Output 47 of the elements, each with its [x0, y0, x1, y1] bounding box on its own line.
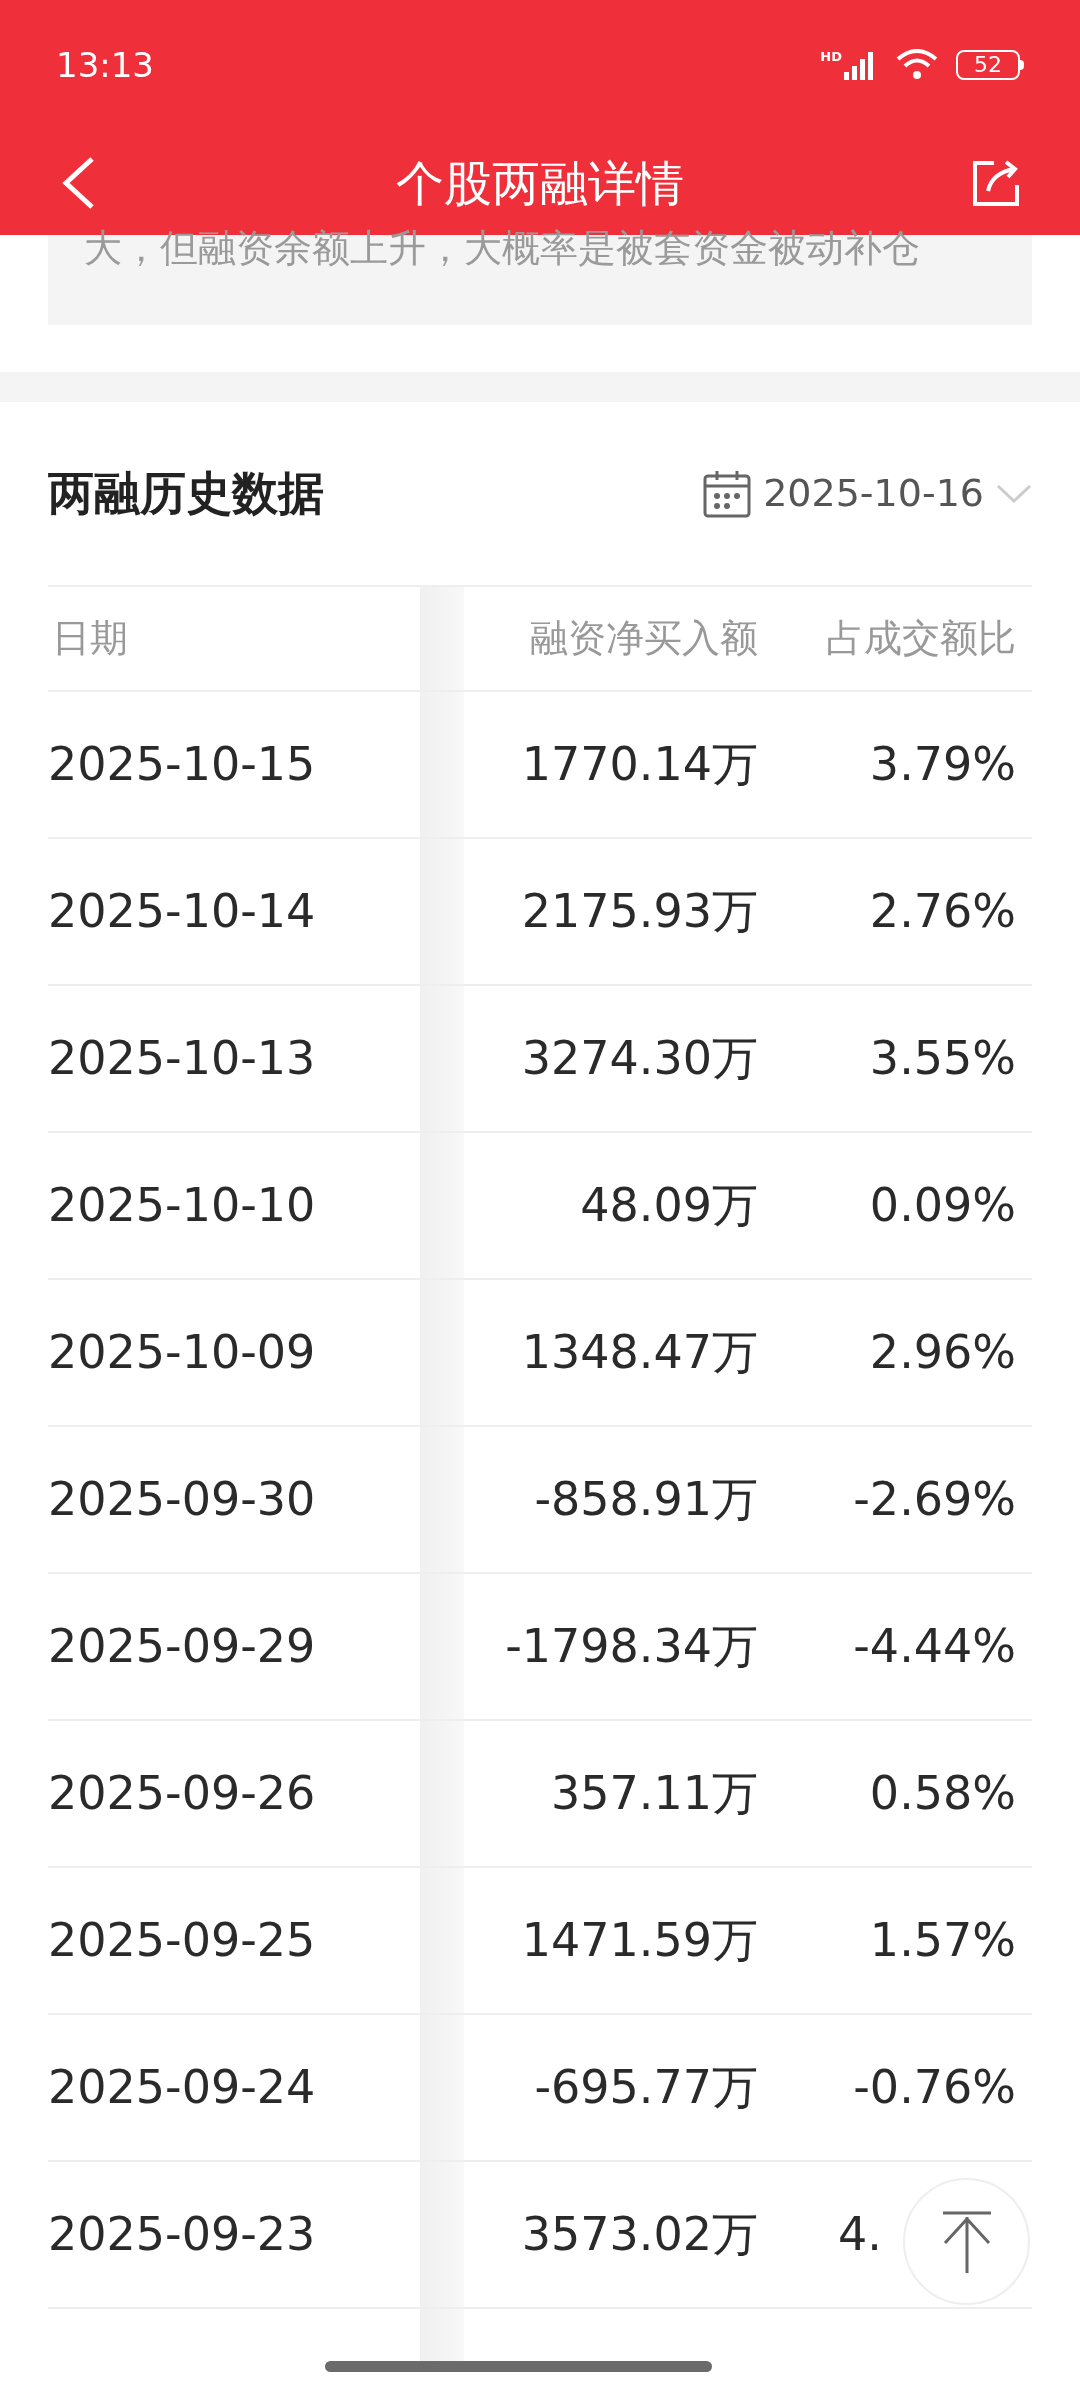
net-buy-cell-text: 1770.14万 — [520, 736, 758, 793]
net-buy-cell-text: 3573.02万 — [520, 2206, 758, 2263]
ratio-cell-text: -2.69% — [853, 1471, 1016, 1528]
net-buy-cell-text: -858.91万 — [533, 1471, 758, 1528]
ratio-cell-text: 4. — [838, 2206, 882, 2263]
ratio-cell-text: 3.79% — [869, 736, 1016, 793]
column-header: 融资净买入额 — [529, 615, 758, 662]
section-title: 两融历史数据 — [48, 465, 324, 522]
ratio-cell-text: 0.58% — [869, 1765, 1016, 1822]
share-icon[interactable] — [972, 158, 1020, 207]
net-buy-cell-text: 2175.93万 — [520, 883, 758, 940]
date-cell-text: 2025-10-09 — [48, 1324, 317, 1381]
arrow-up-icon — [940, 2210, 993, 2273]
net-buy-cell-text: 1471.59万 — [520, 1912, 758, 1969]
net-buy-cell-text: 1348.47万 — [520, 1324, 758, 1381]
note-text: 大，但融资余额上升，大概率是被套资金被动补仓 — [84, 229, 920, 267]
chevron-down-icon — [996, 483, 1032, 504]
ratio-cell-text: -4.44% — [853, 1618, 1016, 1675]
calendar-icon — [703, 469, 752, 518]
date-cell-text: 2025-10-10 — [48, 1177, 317, 1234]
date-cell-text: 2025-09-26 — [48, 1765, 317, 1822]
wifi-icon — [896, 49, 938, 81]
page-title: 个股两融详情 — [396, 153, 684, 213]
column-header: 占成交额比 — [825, 615, 1017, 662]
ratio-cell-text: 1.57% — [869, 1912, 1016, 1969]
net-buy-cell-text: -1798.34万 — [504, 1618, 758, 1675]
date-cell-text: 2025-10-15 — [48, 736, 317, 793]
ratio-cell-text: 0.09% — [869, 1177, 1016, 1234]
status-time: 13:13 — [56, 43, 154, 87]
net-buy-cell-text: 357.11万 — [550, 1765, 758, 1822]
net-buy-cell-text: 48.09万 — [579, 1177, 758, 1234]
date-cell-text: 2025-10-14 — [48, 883, 317, 940]
net-buy-cell-text: -695.77万 — [533, 2059, 758, 2116]
ratio-cell-text: 2.76% — [869, 883, 1016, 940]
date-cell-text: 2025-09-24 — [48, 2059, 317, 2116]
net-buy-cell-text: 3274.30万 — [520, 1030, 758, 1087]
ratio-cell-text: -0.76% — [853, 2059, 1016, 2116]
ratio-cell-text: 2.96% — [869, 1324, 1016, 1381]
date-cell-text: 2025-10-13 — [48, 1030, 317, 1087]
column-header: 日期 — [51, 615, 129, 662]
date-cell-text: 2025-09-23 — [48, 2206, 317, 2263]
back-icon[interactable] — [60, 154, 96, 211]
date-cell-text: 2025-09-30 — [48, 1471, 317, 1528]
date-cell-text: 2025-09-25 — [48, 1912, 317, 1969]
date-picker[interactable]: 2025-10-16 — [703, 465, 1032, 522]
ratio-cell-text: 3.55% — [869, 1030, 1016, 1087]
date-cell-text: 2025-09-29 — [48, 1618, 317, 1675]
